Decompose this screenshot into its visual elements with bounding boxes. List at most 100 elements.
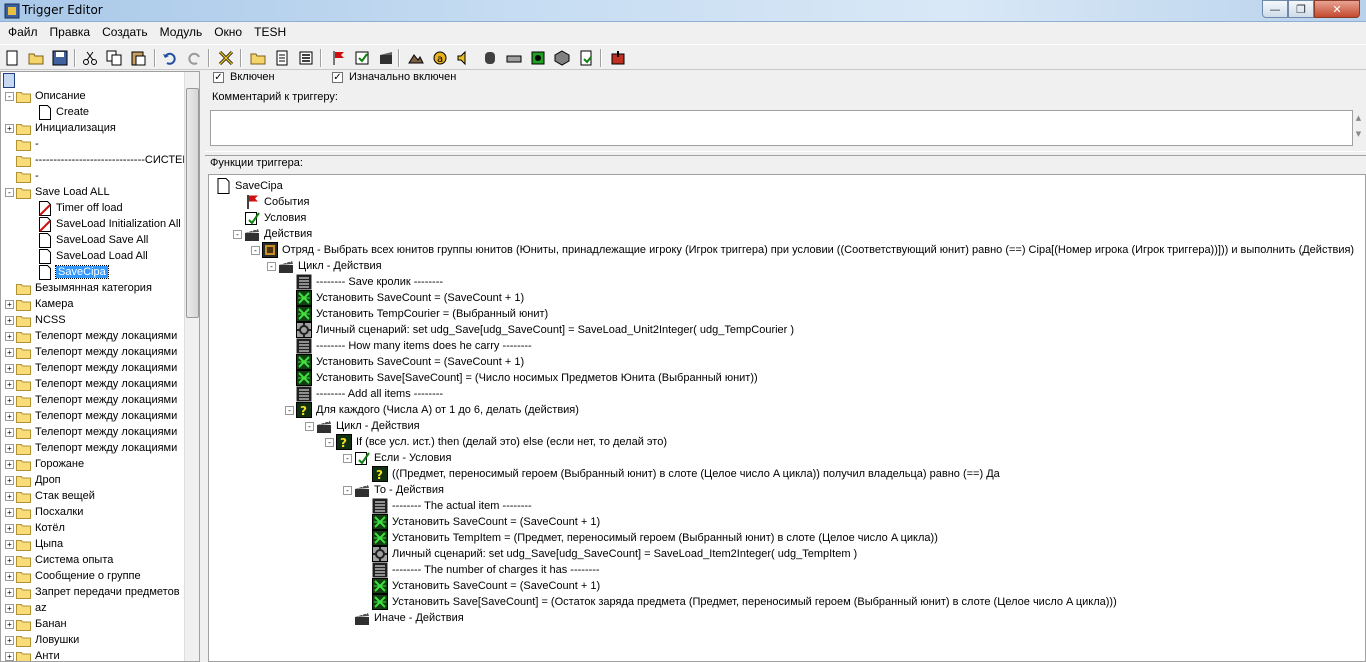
function-row[interactable]: SaveCipa — [215, 178, 283, 194]
terrain-editor-button[interactable] — [406, 48, 426, 68]
save-button[interactable] — [50, 48, 70, 68]
tree-category[interactable]: + Стак вещей — [5, 488, 95, 504]
ai-editor-button[interactable] — [528, 48, 548, 68]
new-event-button[interactable] — [328, 48, 348, 68]
expander-icon[interactable]: + — [5, 299, 14, 309]
tree-category[interactable]: - Save Load ALL — [5, 184, 110, 200]
expander-icon[interactable]: + — [5, 603, 14, 613]
expander-icon[interactable]: - — [305, 421, 314, 431]
tree-category[interactable]: + Телепорт между локациями — [5, 408, 177, 424]
tree-scrollbar[interactable] — [184, 72, 199, 661]
tree-category[interactable]: + Банан — [5, 616, 67, 632]
function-row[interactable]: -------- The actual item -------- — [361, 498, 532, 514]
tree-scrollbar-thumb[interactable] — [186, 88, 199, 318]
panel-splitter[interactable] — [205, 151, 1366, 156]
expander-icon[interactable]: + — [5, 619, 14, 629]
function-row[interactable]: Установить TempCourier = (Выбранный юнит… — [285, 306, 548, 322]
enabled-check-icon[interactable]: ✓ — [213, 71, 224, 83]
function-row[interactable]: -------- How many items does he carry --… — [285, 338, 532, 354]
function-row[interactable]: -? If (все усл. ист.) then (делай это) el… — [325, 434, 667, 450]
tree-category[interactable]: + NCSS — [5, 312, 66, 328]
tree-category[interactable]: + Дроп — [5, 472, 61, 488]
function-row[interactable]: - То - Действия — [343, 482, 444, 498]
expander-icon[interactable]: + — [5, 507, 14, 517]
tree-category[interactable]: + Система опыта — [5, 552, 113, 568]
function-row[interactable]: Установить Save[SaveCount] = (Число носи… — [285, 370, 758, 386]
menu-item[interactable]: Окно — [208, 25, 248, 39]
new-button[interactable] — [2, 48, 22, 68]
tree-root[interactable] — [3, 72, 20, 88]
expander-icon[interactable]: + — [5, 427, 14, 437]
expander-icon[interactable]: - — [343, 453, 352, 463]
tree-category[interactable]: + Телепорт между локациями — [5, 424, 177, 440]
tree-category[interactable]: + Телепорт между локациями — [5, 440, 177, 456]
tree-category[interactable]: + Телепорт между локациями — [5, 328, 177, 344]
function-row[interactable]: - Действия — [233, 226, 312, 242]
new-category-button[interactable] — [248, 48, 268, 68]
tree-category[interactable]: + Камера — [5, 296, 73, 312]
tree-trigger[interactable]: SaveLoad Save All — [39, 232, 148, 248]
enabled-checkbox[interactable]: ✓ Включен — [213, 71, 275, 83]
test-map-button[interactable] — [608, 48, 628, 68]
menu-item[interactable]: Правка — [44, 25, 97, 39]
expander-icon[interactable]: + — [5, 651, 14, 661]
expander-icon[interactable]: + — [5, 459, 14, 469]
sound-editor-button[interactable] — [454, 48, 474, 68]
function-row[interactable]: Условия — [233, 210, 306, 226]
comment-textarea[interactable] — [210, 110, 1353, 146]
expander-icon[interactable]: + — [5, 523, 14, 533]
expander-icon[interactable]: + — [5, 379, 14, 389]
tree-category[interactable]: - — [5, 168, 39, 184]
new-condition-button[interactable] — [352, 48, 372, 68]
function-row[interactable]: - Отряд - Выбрать всех юнитов группы юнит… — [251, 242, 1354, 258]
tree-trigger[interactable]: SaveLoad Load All — [39, 248, 148, 264]
function-row[interactable]: Личный сценарий: set udg_Save[udg_SaveCo… — [361, 546, 857, 562]
expander-icon[interactable]: + — [5, 363, 14, 373]
campaign-editor-button[interactable] — [504, 48, 524, 68]
maximize-button[interactable]: ❐ — [1288, 0, 1314, 18]
tree-category[interactable]: + Запрет передачи предметов — [5, 584, 180, 600]
tree-category[interactable]: + Телепорт между локациями — [5, 344, 177, 360]
initially-on-check-icon[interactable]: ✓ — [332, 71, 343, 83]
function-row[interactable]: -------- Add all items -------- — [285, 386, 443, 402]
function-row[interactable]: События — [233, 194, 309, 210]
expander-icon[interactable]: + — [5, 491, 14, 501]
function-row[interactable]: Установить SaveCount = (SaveCount + 1) — [361, 514, 600, 530]
tree-trigger[interactable]: SaveCipa — [39, 264, 109, 280]
menu-item[interactable]: TESH — [248, 25, 292, 39]
menu-item[interactable]: Создать — [96, 25, 154, 39]
function-row[interactable]: Установить TempItem = (Предмет, переноси… — [361, 530, 938, 546]
tree-category[interactable]: + Телепорт между локациями — [5, 360, 177, 376]
tree-category[interactable]: + az — [5, 600, 47, 616]
tree-category[interactable]: + Сообщение о группе — [5, 568, 141, 584]
expander-icon[interactable]: + — [5, 315, 14, 325]
expander-icon[interactable]: + — [5, 347, 14, 357]
tree-category[interactable]: + Ловушки — [5, 632, 79, 648]
tree-category[interactable]: + Цыпа — [5, 536, 63, 552]
delete-button[interactable] — [216, 48, 236, 68]
tree-category[interactable]: - — [5, 136, 39, 152]
function-row[interactable]: ? ((Предмет, переносимый героем (Выбранны… — [361, 466, 1000, 482]
expander-icon[interactable]: + — [5, 571, 14, 581]
expander-icon[interactable]: + — [5, 635, 14, 645]
expander-icon[interactable]: + — [5, 475, 14, 485]
function-row[interactable]: - Если - Условия — [343, 450, 451, 466]
tree-category[interactable]: + Посхалки — [5, 504, 83, 520]
new-comment-button[interactable] — [296, 48, 316, 68]
expander-icon[interactable]: + — [5, 123, 14, 133]
tree-category[interactable]: + Котёл — [5, 520, 65, 536]
expander-icon[interactable]: - — [325, 437, 334, 447]
close-button[interactable]: ✕ — [1314, 0, 1360, 18]
function-row[interactable]: -------- The number of charges it has --… — [361, 562, 600, 578]
expander-icon[interactable]: - — [233, 229, 242, 239]
expander-icon[interactable]: + — [5, 395, 14, 405]
cut-button[interactable] — [80, 48, 100, 68]
tree-trigger[interactable]: SaveLoad Initialization All — [39, 216, 181, 232]
new-action-button[interactable] — [376, 48, 396, 68]
comment-scrollbar[interactable]: ▲ ▼ — [1352, 110, 1365, 146]
tree-trigger[interactable]: Create — [39, 104, 89, 120]
function-row[interactable]: - Цикл - Действия — [305, 418, 420, 434]
tree-category[interactable]: Безымянная категория — [5, 280, 152, 296]
expander-icon[interactable]: + — [5, 331, 14, 341]
tree-category[interactable]: - Описание — [5, 88, 86, 104]
